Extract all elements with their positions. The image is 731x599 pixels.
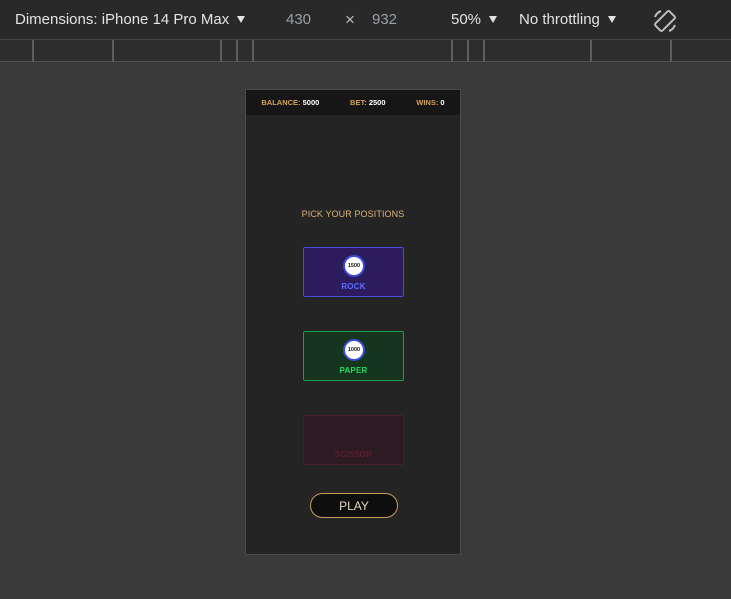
media-query-ruler (0, 39, 731, 62)
zoom-dropdown[interactable]: 50% (451, 0, 498, 39)
paper-label: PAPER (339, 366, 368, 375)
scissor-position[interactable]: SCISSOR (303, 415, 404, 465)
ruler-tick[interactable] (220, 40, 222, 62)
paper-bet-chip: 1000 (343, 339, 365, 361)
paper-position[interactable]: 1000 PAPER (303, 331, 404, 381)
device-dropdown-label: Dimensions: iPhone 14 Pro Max (15, 11, 230, 28)
ruler-tick[interactable] (252, 40, 254, 62)
caret-down-icon (489, 16, 498, 23)
wins-label: WINS: (416, 98, 439, 107)
ruler-tick[interactable] (467, 40, 469, 62)
rock-label: ROCK (341, 282, 366, 291)
bet-label: BET: (350, 98, 367, 107)
dimension-separator: × (345, 9, 355, 29)
ruler-tick[interactable] (112, 40, 114, 62)
pick-positions-heading: PICK YOUR POSITIONS (301, 209, 405, 219)
ruler-tick[interactable] (483, 40, 485, 62)
balance-value: 5000 (302, 98, 320, 107)
play-button[interactable]: PLAY (310, 493, 398, 518)
rotate-device-icon[interactable] (652, 8, 678, 34)
balance-label: BALANCE: (261, 98, 301, 107)
ruler-tick[interactable] (236, 40, 238, 62)
status-bar: BALANCE: 5000 BET: 2500 WINS: 0 (246, 90, 460, 115)
wins-value: 0 (440, 98, 445, 107)
phone-viewport: BALANCE: 5000 BET: 2500 WINS: 0 PICK YOU… (245, 89, 461, 555)
throttling-dropdown[interactable]: No throttling (519, 0, 616, 39)
device-dropdown[interactable]: Dimensions: iPhone 14 Pro Max (15, 0, 246, 39)
ruler-tick[interactable] (451, 40, 453, 62)
bet-value: 2500 (368, 98, 386, 107)
throttling-dropdown-label: No throttling (519, 11, 600, 28)
device-toolbar: Dimensions: iPhone 14 Pro Max 430 × 932 … (0, 0, 731, 39)
caret-down-icon (607, 16, 616, 23)
zoom-dropdown-label: 50% (451, 11, 482, 28)
ruler-tick[interactable] (590, 40, 592, 62)
width-input[interactable]: 430 (286, 0, 311, 39)
height-input[interactable]: 932 (372, 0, 397, 39)
balance-stat: BALANCE: 5000 (261, 98, 319, 107)
scissor-label: SCISSOR (334, 450, 373, 459)
rock-bet-chip: 1500 (343, 255, 365, 277)
ruler-tick[interactable] (32, 40, 34, 62)
rock-position[interactable]: 1500 ROCK (303, 247, 404, 297)
ruler-tick[interactable] (670, 40, 672, 62)
caret-down-icon (237, 16, 246, 23)
bet-stat: BET: 2500 (350, 98, 385, 107)
wins-stat: WINS: 0 (416, 98, 444, 107)
